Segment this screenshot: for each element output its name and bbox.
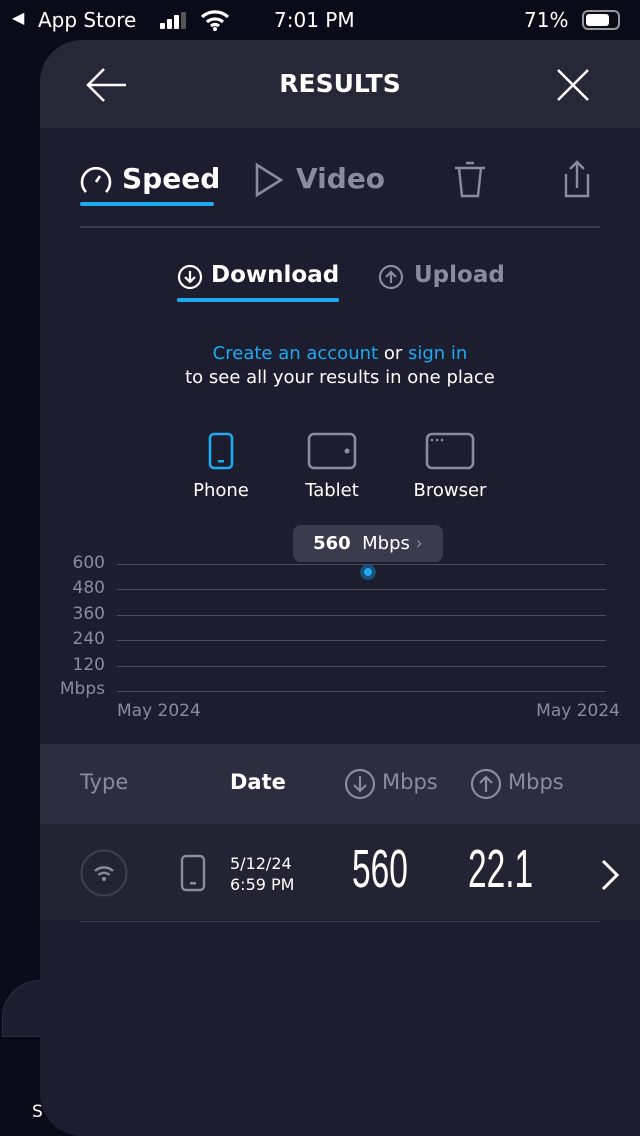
battery-percent: 71%	[524, 8, 569, 32]
tablet-icon	[307, 432, 357, 470]
value-tooltip[interactable]: 560 Mbps ›	[293, 525, 443, 562]
active-tab-indicator	[80, 202, 214, 206]
gridline	[117, 640, 606, 642]
x-tick-end: May 2024	[536, 701, 620, 721]
device-browser[interactable]: Browser	[402, 432, 498, 501]
play-icon	[255, 162, 284, 198]
row-upload: 22.1	[468, 839, 534, 899]
speedometer-icon	[80, 166, 112, 193]
x-tick-start: May 2024	[117, 701, 201, 721]
row-datetime: 5/12/24 6:59 PM	[230, 854, 295, 894]
divider	[80, 226, 600, 228]
phone-icon	[208, 432, 234, 470]
col-date[interactable]: Date	[230, 770, 286, 794]
table-header: Type Date Mbps Mbps	[40, 744, 640, 824]
results-panel: RESULTS Speed Video Download Upload Crea…	[40, 40, 640, 1136]
back-triangle-icon[interactable]: ◀	[12, 8, 24, 27]
y-axis-label: Mbps	[59, 679, 105, 699]
wifi-connection-icon	[80, 849, 128, 897]
divider	[80, 921, 600, 922]
gridline	[117, 665, 606, 667]
chevron-right-icon: ›	[415, 533, 423, 554]
signal-icon	[160, 12, 188, 30]
y-tick-label: 120	[72, 654, 105, 675]
status-bar: ◀ App Store 7:01 PM 71%	[0, 0, 640, 40]
upload-circle-icon	[470, 768, 502, 800]
signin-prompt: Create an account or sign in to see all …	[185, 343, 495, 388]
speed-chart: 560 Mbps › Mbps May 2024 May 2024 600 480…	[40, 520, 640, 721]
gridline	[117, 589, 606, 591]
device-phone[interactable]: Phone	[180, 432, 262, 501]
chevron-right-icon[interactable]	[600, 858, 620, 892]
active-subtab-indicator	[177, 298, 339, 302]
wifi-icon	[200, 10, 230, 31]
close-icon[interactable]	[556, 68, 590, 102]
create-account-link[interactable]: Create an account	[213, 343, 378, 364]
data-point[interactable]	[360, 564, 376, 581]
clock: 7:01 PM	[274, 8, 355, 32]
trash-icon[interactable]	[452, 160, 488, 200]
page-title: RESULTS	[279, 69, 401, 98]
download-circle-icon	[344, 768, 376, 800]
y-tick-label: 240	[72, 629, 105, 650]
share-icon[interactable]	[562, 160, 592, 200]
baseline	[117, 691, 606, 692]
y-tick-label: 600	[72, 553, 105, 573]
subtab-download[interactable]: Download	[177, 260, 339, 304]
browser-icon	[425, 432, 475, 470]
col-type[interactable]: Type	[80, 770, 128, 794]
gridline	[117, 614, 606, 616]
upload-circle-icon	[378, 264, 404, 290]
header: RESULTS	[40, 40, 640, 128]
download-circle-icon	[177, 264, 203, 290]
phone-icon	[180, 854, 206, 892]
y-tick-label: 480	[72, 578, 105, 599]
sign-in-link[interactable]: sign in	[408, 343, 467, 364]
gridline	[117, 564, 606, 565]
device-tablet[interactable]: Tablet	[292, 432, 372, 501]
table-row[interactable]: 5/12/24 6:59 PM 560 22.1	[40, 824, 640, 920]
row-download: 560	[352, 839, 408, 899]
y-tick-label: 360	[72, 603, 105, 624]
battery-icon	[582, 10, 620, 30]
back-app-link[interactable]: App Store	[38, 8, 136, 32]
